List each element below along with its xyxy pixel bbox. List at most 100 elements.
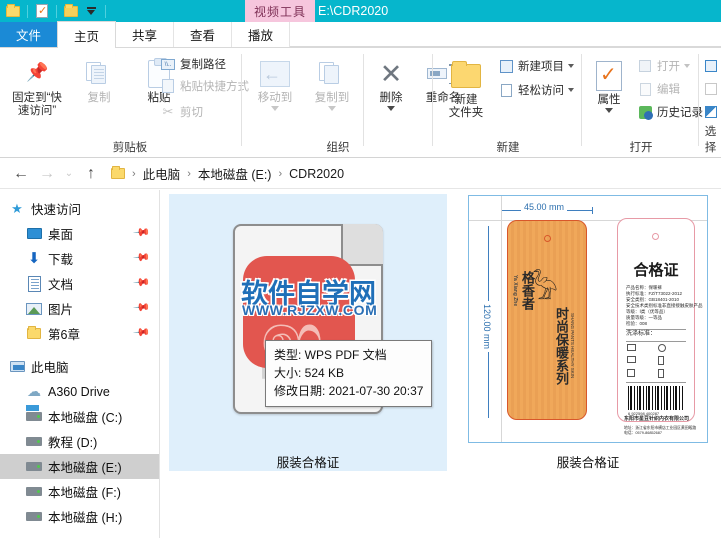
cut-button[interactable]: ✂ 剪切 xyxy=(160,104,203,120)
copy-button[interactable]: 复制 xyxy=(70,58,128,105)
tab-file[interactable]: 文件 xyxy=(0,22,57,47)
history-button[interactable]: 历史记录 xyxy=(637,104,703,120)
easy-access-button[interactable]: 轻松访问 xyxy=(498,82,574,98)
sidebar-item-label: 桌面 xyxy=(48,228,74,242)
invert-selection-button[interactable]: 反向选择 xyxy=(703,104,721,120)
tooltip-line-modified: 修改日期: 2021-07-30 20:37 xyxy=(274,384,424,398)
address-bar: ← → ⌄ ↑ › 此电脑 › 本地磁盘 (E:) › CDR2020 xyxy=(0,159,721,189)
tab-play[interactable]: 播放 xyxy=(232,22,291,47)
paste-shortcut-button[interactable]: 粘贴快捷方式 xyxy=(160,78,249,94)
sidebar-item-documents[interactable]: 文档 📌 xyxy=(0,271,159,296)
wash-symbol-5-icon xyxy=(627,369,635,377)
delete-button[interactable]: ✕ 删除 xyxy=(365,58,417,111)
sidebar-item-label: 本地磁盘 (C:) xyxy=(48,411,123,425)
folder-icon[interactable] xyxy=(62,2,80,20)
ribbon-divider-3 xyxy=(581,54,582,146)
file-explorer-window: 视频工具 E:\CDR2020 文件 主页 共享 查看 播放 固定到“快 速访问… xyxy=(0,0,721,538)
select-none-button[interactable]: 全部取消 xyxy=(703,81,721,97)
ribbon-group-label-select: 选择 xyxy=(704,126,717,154)
tab-view[interactable]: 查看 xyxy=(174,22,233,47)
new-item-button[interactable]: 新建项目 xyxy=(498,58,574,74)
breadcrumb-sep-0: › xyxy=(132,167,136,180)
sidebar-item-drive-c[interactable]: 本地磁盘 (C:) xyxy=(0,404,159,429)
pin-marker-icon: 📌 xyxy=(132,223,151,242)
customize-qat-icon[interactable] xyxy=(82,2,100,20)
file-item-artwork[interactable]: 45.00 mm 120.00 mm 𓅦 格香者 Ya Xiang Zhe 时尚… xyxy=(449,194,721,471)
file-thumbnail-artwork: 45.00 mm 120.00 mm 𓅦 格香者 Ya Xiang Zhe 时尚… xyxy=(449,194,721,444)
tab-share[interactable]: 共享 xyxy=(116,22,175,47)
edit-button[interactable]: 编辑 xyxy=(637,81,680,97)
breadcrumb-item-1[interactable]: 本地磁盘 (E:) xyxy=(195,164,275,183)
breadcrumb-item-0[interactable]: 此电脑 xyxy=(140,164,184,183)
wash-symbol-2-icon xyxy=(658,344,666,352)
guide-line-left xyxy=(501,196,502,442)
select-all-icon xyxy=(703,58,719,74)
back-arrow-icon[interactable]: ← xyxy=(8,161,34,187)
delete-caret-icon[interactable] xyxy=(387,106,395,111)
sidebar-item-drive-e[interactable]: 本地磁盘 (E:) xyxy=(0,454,159,479)
properties-button[interactable]: 属性 xyxy=(585,60,633,113)
sidebar-item-quick-access[interactable]: ★ 快速访问 xyxy=(0,196,159,221)
ribbon-group-open: 属性 打开 编辑 xyxy=(583,48,703,157)
navigation-pane[interactable]: ★ 快速访问 桌面 📌 ⬇ 下载 📌 文档 📌 图片 📌 第6章 📌 此电脑 ☁… xyxy=(0,190,160,538)
easy-access-icon xyxy=(498,82,514,98)
sidebar-item-chapter6[interactable]: 第6章 📌 xyxy=(0,321,159,346)
wash-symbol-1-icon xyxy=(627,344,636,351)
easy-access-caret-icon[interactable] xyxy=(568,88,574,92)
recent-locations-icon[interactable]: ⌄ xyxy=(60,161,78,187)
sidebar-item-this-pc[interactable]: 此电脑 xyxy=(0,354,159,379)
sidebar-item-a360-drive[interactable]: ☁ A360 Drive xyxy=(0,379,159,404)
cert-divider-2 xyxy=(626,341,686,342)
forward-arrow-icon[interactable]: → xyxy=(34,161,60,187)
pin-marker-icon: 📌 xyxy=(132,323,151,342)
this-pc-icon xyxy=(8,358,26,376)
sidebar-item-label: 此电脑 xyxy=(31,361,69,375)
contextual-tool-label: 视频工具 xyxy=(245,0,316,22)
sidebar-item-desktop[interactable]: 桌面 📌 xyxy=(0,221,159,246)
copy-path-button[interactable]: \\.. 复制路径 xyxy=(160,56,226,72)
copy-path-icon: \\.. xyxy=(160,56,176,72)
copy-to-button[interactable]: 复制到 xyxy=(304,58,360,111)
sidebar-item-label: 图片 xyxy=(48,303,74,317)
drive-icon xyxy=(25,458,43,476)
pin-to-quick-access-button[interactable]: 固定到“快 速访问” xyxy=(6,58,68,118)
sidebar-item-drive-d[interactable]: 教程 (D:) xyxy=(0,429,159,454)
ribbon-group-label-clipboard: 剪贴板 xyxy=(112,142,148,154)
up-arrow-icon[interactable]: ↑ xyxy=(78,161,104,187)
new-folder-button[interactable]: 新建 文件夹 xyxy=(438,60,494,120)
ribbon-group-label-new: 新建 xyxy=(496,142,520,154)
breadcrumb-item-2[interactable]: CDR2020 xyxy=(286,167,347,181)
sidebar-item-drive-f[interactable]: 本地磁盘 (F:) xyxy=(0,479,159,504)
copy-to-caret-icon[interactable] xyxy=(328,106,336,111)
company-name: 东阳市星豆针织内衣有限公司 xyxy=(624,416,690,422)
open-caret-icon[interactable] xyxy=(684,64,690,68)
pin-icon xyxy=(6,58,68,90)
paste-shortcut-icon xyxy=(160,78,176,94)
file-list-view[interactable]: PDF ෨ 软件自学网 WWW.RJZXW.COM 服装合格证 类型: WPS … xyxy=(161,190,721,538)
move-to-icon: ← xyxy=(247,58,303,90)
new-folder-checklist-icon[interactable] xyxy=(33,2,51,20)
tab-home[interactable]: 主页 xyxy=(57,21,117,48)
file-item-pdf[interactable]: PDF ෨ 软件自学网 WWW.RJZXW.COM 服装合格证 类型: WPS … xyxy=(169,194,447,471)
file-name-label: 服装合格证 xyxy=(556,456,620,470)
sidebar-item-drive-h[interactable]: 本地磁盘 (H:) xyxy=(0,504,159,529)
quick-access-star-icon: ★ xyxy=(11,200,23,216)
move-to-button[interactable]: ← 移动到 xyxy=(247,58,303,111)
properties-caret-icon[interactable] xyxy=(605,108,613,113)
select-all-button[interactable]: 全部选择 xyxy=(703,58,721,74)
artwork-preview: 45.00 mm 120.00 mm 𓅦 格香者 Ya Xiang Zhe 时尚… xyxy=(468,195,708,443)
breadcrumb[interactable]: › 此电脑 › 本地磁盘 (E:) › CDR2020 xyxy=(108,163,347,185)
history-icon xyxy=(637,104,653,120)
select-none-icon xyxy=(703,81,719,97)
sidebar-item-pictures[interactable]: 图片 📌 xyxy=(0,296,159,321)
copy-icon xyxy=(70,58,128,90)
copy-to-icon xyxy=(304,58,360,90)
page-fold-icon xyxy=(341,224,383,266)
properties-folder-icon[interactable] xyxy=(4,2,22,20)
sidebar-item-downloads[interactable]: ⬇ 下载 📌 xyxy=(0,246,159,271)
properties-icon xyxy=(585,60,633,92)
open-button[interactable]: 打开 xyxy=(637,58,690,74)
new-item-caret-icon[interactable] xyxy=(568,64,574,68)
move-to-caret-icon[interactable] xyxy=(271,106,279,111)
sidebar-item-label: 本地磁盘 (F:) xyxy=(48,486,121,500)
